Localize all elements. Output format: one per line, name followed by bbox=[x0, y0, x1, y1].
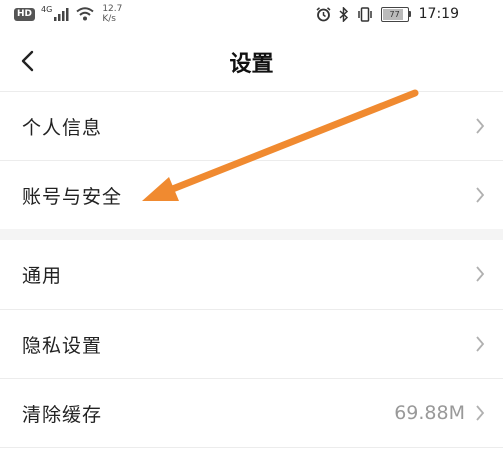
battery-icon: 77 bbox=[380, 6, 411, 22]
chevron-right-icon bbox=[476, 266, 485, 282]
wifi-icon bbox=[76, 7, 94, 21]
hd-badge: HD bbox=[14, 7, 36, 21]
speed-value: 12.7 bbox=[102, 4, 123, 14]
vibrate-icon bbox=[357, 6, 372, 22]
cache-size-value: 69.88M bbox=[394, 402, 465, 424]
battery-level: 77 bbox=[389, 9, 400, 19]
settings-item-label: 隐私设置 bbox=[22, 334, 103, 357]
settings-item-clear-cache[interactable]: 清除缓存 69.88M bbox=[0, 379, 503, 447]
page-title: 设置 bbox=[229, 52, 274, 77]
divider bbox=[0, 447, 503, 448]
status-time: 17:19 bbox=[418, 6, 459, 22]
status-bar: HD 4G 12.7 K/s 77 17:19 bbox=[0, 0, 503, 32]
settings-item-label: 个人信息 bbox=[22, 116, 103, 139]
status-left: HD 4G 12.7 K/s bbox=[14, 4, 122, 24]
settings-item-label: 通用 bbox=[22, 264, 63, 287]
chevron-right-icon bbox=[476, 118, 485, 134]
network-type: 4G bbox=[41, 4, 53, 14]
chevron-right-icon bbox=[476, 405, 485, 421]
settings-item-label: 账号与安全 bbox=[22, 185, 123, 208]
alarm-icon bbox=[316, 6, 331, 21]
speed-unit: K/s bbox=[102, 14, 116, 24]
status-right: 77 17:19 bbox=[316, 6, 459, 22]
settings-item-account-security[interactable]: 账号与安全 bbox=[0, 161, 503, 229]
signal-icon bbox=[54, 7, 69, 21]
settings-item-privacy[interactable]: 隐私设置 bbox=[0, 310, 503, 378]
bluetooth-icon bbox=[339, 6, 348, 22]
chevron-right-icon bbox=[476, 336, 485, 352]
settings-item-label: 清除缓存 bbox=[22, 403, 103, 426]
settings-item-personal-info[interactable]: 个人信息 bbox=[0, 92, 503, 160]
settings-item-general[interactable]: 通用 bbox=[0, 240, 503, 308]
chevron-right-icon bbox=[476, 187, 485, 203]
section-gap bbox=[0, 229, 503, 240]
app-header: 设置 bbox=[0, 32, 503, 92]
network-speed: 12.7 K/s bbox=[102, 4, 122, 24]
